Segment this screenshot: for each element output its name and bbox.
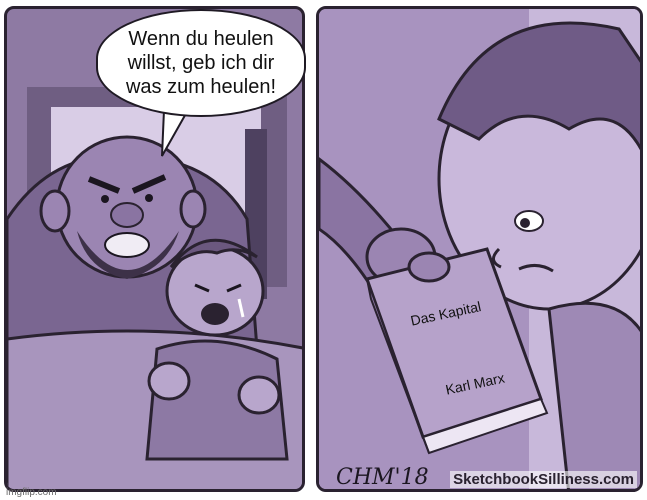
man-nose [110,202,144,228]
kid-fist-right [237,375,281,415]
speech-bubble: Wenn du heulen willst, geb ich dir was z… [96,9,306,117]
man-mouth [104,232,150,258]
man-ear-left [39,189,71,233]
comic-panel-right [316,6,643,492]
man-thumb [407,251,451,283]
man-ear-right [179,189,207,229]
man-eye-left [101,195,109,203]
imgflip-watermark: imgflip.com [6,487,57,498]
kid-pupil [520,218,530,228]
artist-signature: CHM'18 [336,465,429,490]
speech-bubble-text: Wenn du heulen willst, geb ich dir was z… [125,28,277,98]
kid-fist-left [147,361,191,401]
man-eye-right [145,194,153,202]
kid-mouth [201,303,229,325]
site-watermark: SketchbookSilliness.com [450,471,637,488]
panel-right-art [319,9,640,489]
speech-bubble-tail [161,110,190,157]
